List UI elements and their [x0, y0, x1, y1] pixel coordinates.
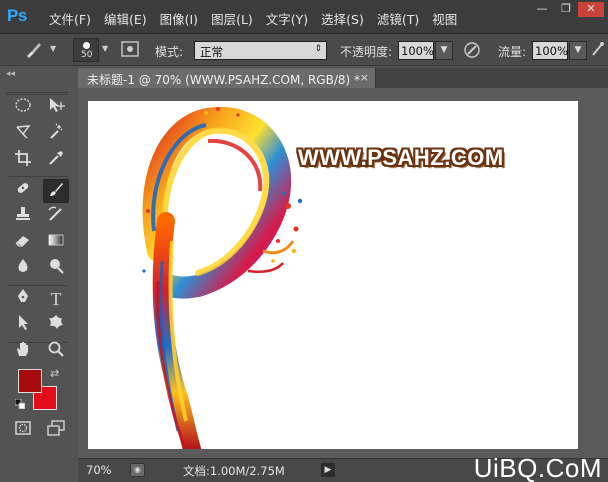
brush-dropdown-arrow-icon[interactable]: ▼	[102, 44, 108, 53]
canvas-watermark-text: WWW.PSAHZ.COM	[298, 145, 504, 170]
site-watermark: UiBQ.CoM	[473, 453, 602, 482]
tool-divider	[8, 285, 68, 286]
move-icon[interactable]	[43, 96, 69, 120]
brush-tool-preset-icon[interactable]	[22, 40, 44, 60]
document-area: WWW.PSAHZ.COM	[78, 88, 608, 458]
brush-size-value: 50	[81, 50, 93, 60]
pen-icon[interactable]	[10, 287, 36, 311]
brush-icon[interactable]	[43, 179, 69, 203]
brush-panel-toggle-icon[interactable]	[119, 40, 141, 60]
crop-icon[interactable]	[10, 149, 36, 173]
swap-colors-icon[interactable]: ⇄	[50, 367, 59, 380]
canvas[interactable]: WWW.PSAHZ.COM	[88, 101, 578, 449]
opacity-dropdown-icon[interactable]: ▼	[435, 41, 453, 60]
eyedropper-icon[interactable]	[43, 149, 69, 173]
mode-label: 模式:	[155, 45, 184, 59]
menu-view[interactable]: 视图	[432, 9, 457, 28]
clone-stamp-icon[interactable]	[10, 205, 36, 229]
close-tab-icon[interactable]: ×	[360, 71, 369, 84]
document-tab[interactable]: 未标题-1 @ 70% (WWW.PSAHZ.COM, RGB/8) * ×	[78, 68, 376, 88]
shape-icon[interactable]	[43, 313, 69, 337]
restore-button[interactable]: ❐	[554, 2, 578, 17]
quick-mask-icon[interactable]	[10, 419, 36, 443]
brush-size-picker[interactable]: 50	[73, 38, 99, 62]
flow-input[interactable]: 100%	[532, 41, 568, 60]
healing-brush-icon[interactable]	[10, 179, 36, 203]
opacity-label: 不透明度:	[340, 45, 393, 59]
document-tab-bar: 未标题-1 @ 70% (WWW.PSAHZ.COM, RGB/8) * ×	[78, 68, 608, 88]
flow-label: 流量:	[498, 45, 527, 59]
mode-value: 正常	[200, 45, 223, 59]
eraser-icon[interactable]	[10, 231, 36, 255]
tool-divider	[8, 176, 68, 177]
screen-mode-icon[interactable]	[43, 419, 69, 443]
select-arrow-icon: ⇕	[314, 44, 322, 54]
foreground-color-swatch[interactable]	[18, 369, 42, 393]
zoom-icon[interactable]	[43, 340, 69, 364]
path-selection-icon[interactable]	[10, 313, 36, 337]
hand-icon[interactable]	[10, 340, 36, 364]
menu-filter[interactable]: 滤镜(T)	[377, 9, 419, 28]
blur-icon[interactable]	[10, 257, 36, 281]
menu-layer[interactable]: 图层(L)	[211, 9, 253, 28]
tools-panel: ◂◂ T ⇄	[0, 66, 76, 482]
zoom-level-field[interactable]: 70%	[86, 463, 112, 477]
document-size-info: 文档:1.00M/2.75M	[183, 464, 285, 478]
menu-image[interactable]: 图像(I)	[160, 9, 198, 28]
panel-grip[interactable]	[6, 92, 68, 95]
brush-tip-icon	[83, 42, 90, 49]
menu-items: 文件(F) 编辑(E) 图像(I) 图层(L) 文字(Y) 选择(S) 滤镜(T…	[49, 9, 470, 28]
menu-type[interactable]: 文字(Y)	[266, 9, 308, 28]
flow-dropdown-icon[interactable]: ▼	[569, 41, 587, 60]
airbrush-icon[interactable]	[589, 40, 607, 60]
status-menu-arrow-icon[interactable]: ▶	[321, 463, 335, 477]
menu-bar: Ps 文件(F) 编辑(E) 图像(I) 图层(L) 文字(Y) 选择(S) 滤…	[0, 0, 608, 34]
gradient-icon[interactable]	[43, 231, 69, 255]
menu-edit[interactable]: 编辑(E)	[104, 9, 147, 28]
tablet-pressure-opacity-icon[interactable]	[461, 40, 483, 60]
dodge-icon[interactable]	[43, 257, 69, 281]
mode-select[interactable]: 正常 ⇕	[194, 41, 327, 60]
default-colors-icon[interactable]	[14, 398, 26, 412]
status-info-icon[interactable]: ◉	[130, 463, 145, 477]
close-button[interactable]: ✕	[578, 2, 604, 17]
minimize-button[interactable]: —	[530, 2, 554, 17]
document-tab-title: 未标题-1 @ 70% (WWW.PSAHZ.COM, RGB/8) *	[87, 73, 360, 87]
opacity-input[interactable]: 100%	[398, 41, 434, 60]
menu-select[interactable]: 选择(S)	[321, 9, 364, 28]
history-brush-icon[interactable]	[43, 205, 69, 229]
window-controls: — ❐ ✕	[530, 2, 604, 17]
menu-file[interactable]: 文件(F)	[49, 9, 91, 28]
options-bar: ▼ 50 ▼ 模式: 正常 ⇕ 不透明度: 100% ▼ 流量: 100% ▼	[0, 34, 608, 66]
lasso-icon[interactable]	[10, 123, 36, 147]
type-icon[interactable]: T	[43, 287, 69, 311]
photoshop-logo: Ps	[7, 6, 27, 25]
magic-wand-icon[interactable]	[43, 123, 69, 147]
collapse-panel-icon[interactable]: ◂◂	[0, 69, 76, 81]
preset-dropdown-arrow-icon[interactable]: ▼	[50, 44, 56, 53]
status-bar: 70% ◉ 文档:1.00M/2.75M ▶ UiBQ.CoM	[78, 453, 608, 482]
marquee-icon[interactable]	[10, 96, 36, 120]
